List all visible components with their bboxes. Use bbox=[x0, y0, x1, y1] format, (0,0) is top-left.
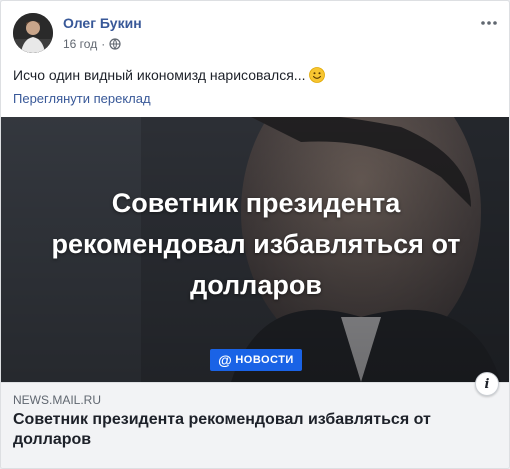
globe-icon[interactable] bbox=[109, 38, 121, 50]
author-name[interactable]: Олег Букин bbox=[63, 15, 142, 31]
smiley-emoji-icon bbox=[309, 67, 326, 83]
avatar[interactable] bbox=[13, 13, 53, 53]
post-meta: 16 год · bbox=[63, 37, 121, 51]
post-timestamp[interactable]: 16 год bbox=[63, 37, 97, 51]
badge-label: НОВОСТИ bbox=[235, 354, 294, 366]
image-headline: Советник президента рекомендовал избавля… bbox=[1, 183, 509, 306]
link-preview-footer[interactable]: NEWS.MAIL.RU Советник президента рекомен… bbox=[1, 382, 509, 468]
at-sign-icon: @ bbox=[218, 352, 233, 368]
see-translation-link[interactable]: Переглянути переклад bbox=[13, 91, 151, 106]
feed-post: Олег Букин 16 год · Исчо один видный ико… bbox=[0, 0, 510, 469]
post-message: Исчо один видный икономизд нарисовался..… bbox=[13, 67, 306, 83]
info-icon[interactable]: i bbox=[475, 372, 499, 396]
post-text: Исчо один видный икономизд нарисовался..… bbox=[13, 67, 326, 83]
meta-separator: · bbox=[101, 37, 106, 51]
image-headline-line: долларов bbox=[190, 270, 322, 300]
link-preview-card[interactable]: Советник президента рекомендовал избавля… bbox=[1, 117, 509, 468]
link-title[interactable]: Советник президента рекомендовал избавля… bbox=[13, 410, 483, 450]
news-source-badge: @ НОВОСТИ bbox=[210, 349, 302, 371]
post-header: Олег Букин 16 год · bbox=[13, 13, 499, 57]
link-domain: NEWS.MAIL.RU bbox=[13, 393, 102, 407]
image-headline-line: рекомендовал избавляться от bbox=[51, 229, 461, 259]
image-headline-line: Советник президента bbox=[111, 188, 401, 218]
link-preview-image[interactable]: Советник президента рекомендовал избавля… bbox=[1, 117, 509, 382]
avatar-image bbox=[13, 13, 53, 53]
more-options-icon[interactable] bbox=[479, 13, 499, 33]
